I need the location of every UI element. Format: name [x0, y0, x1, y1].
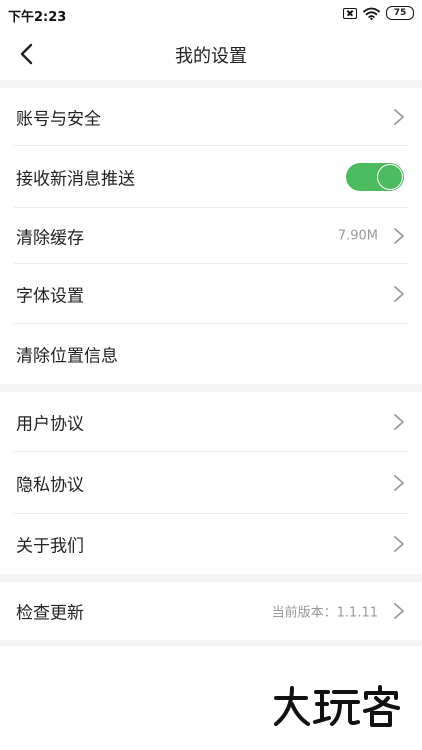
- row-label: 关于我们: [16, 536, 84, 557]
- row-label: 清除位置信息: [16, 346, 118, 367]
- status-time: 下午2:23: [8, 10, 67, 25]
- row-label: 检查更新: [16, 603, 84, 624]
- row-label: 清除缓存: [16, 228, 84, 249]
- header: 我的设置: [0, 28, 422, 80]
- chevron-right-icon: [394, 414, 404, 430]
- account-security-row[interactable]: 账号与安全: [0, 88, 422, 146]
- cache-size-value: 7.90M: [337, 228, 378, 244]
- row-label: 字体设置: [16, 286, 84, 307]
- chevron-right-icon: [394, 109, 404, 125]
- row-label: 用户协议: [16, 414, 84, 435]
- watermark-logo: [274, 685, 400, 727]
- chevron-right-icon: [394, 286, 404, 302]
- push-notifications-toggle[interactable]: [346, 163, 404, 191]
- section-gap: [0, 574, 422, 582]
- push-notifications-row: 接收新消息推送: [0, 146, 422, 208]
- section-gap: [0, 384, 422, 392]
- sim-no-signal-icon: [343, 7, 357, 19]
- page-title: 我的设置: [175, 46, 247, 67]
- privacy-agreement-row[interactable]: 隐私协议: [0, 452, 422, 514]
- chevron-right-icon: [394, 228, 404, 244]
- status-icons: 75: [343, 6, 414, 20]
- row-label: 接收新消息推送: [16, 169, 135, 190]
- battery-icon: 75: [386, 6, 414, 20]
- check-update-row[interactable]: 检查更新 当前版本：1.1.11: [0, 582, 422, 640]
- section-gap: [0, 640, 422, 646]
- row-label: 隐私协议: [16, 475, 84, 496]
- clear-location-row[interactable]: 清除位置信息: [0, 324, 422, 384]
- row-label: 账号与安全: [16, 109, 101, 130]
- font-settings-row[interactable]: 字体设置: [0, 264, 422, 324]
- about-us-row[interactable]: 关于我们: [0, 514, 422, 574]
- wifi-icon: [363, 7, 380, 20]
- app-version-value: 当前版本：1.1.11: [271, 605, 378, 621]
- status-bar: 下午2:23 75: [0, 0, 422, 28]
- section-gap: [0, 80, 422, 88]
- chevron-right-icon: [394, 536, 404, 552]
- clear-cache-row[interactable]: 清除缓存 7.90M: [0, 208, 422, 264]
- toggle-knob: [377, 164, 403, 190]
- user-agreement-row[interactable]: 用户协议: [0, 392, 422, 452]
- chevron-right-icon: [394, 603, 404, 619]
- chevron-right-icon: [394, 475, 404, 491]
